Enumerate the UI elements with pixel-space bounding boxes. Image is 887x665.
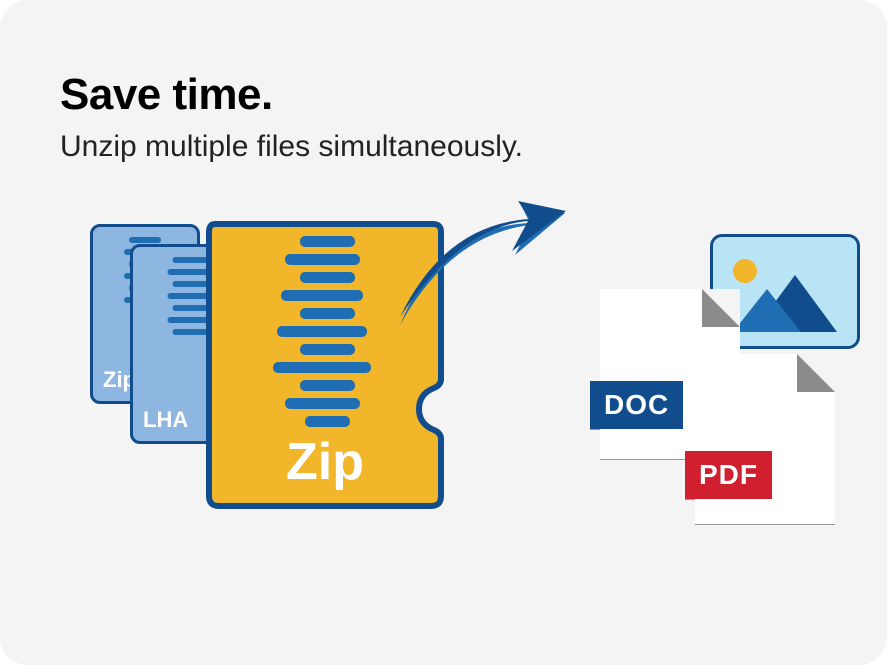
- card-title: Save time.: [60, 70, 827, 120]
- card-subtitle: Unzip multiple files simultaneously.: [60, 130, 827, 164]
- archive-main-label: Zip: [195, 432, 455, 492]
- pdf-file-icon: PDF: [695, 354, 835, 524]
- feature-card: Save time. Unzip multiple files simultan…: [0, 0, 887, 665]
- archive-label: LHA: [143, 407, 188, 433]
- doc-badge: DOC: [590, 381, 683, 429]
- output-files-group: DOC PDF: [600, 234, 860, 534]
- illustration-area: Zip LHA: [60, 224, 827, 584]
- arrow-icon: [390, 199, 570, 329]
- pdf-badge: PDF: [685, 451, 772, 499]
